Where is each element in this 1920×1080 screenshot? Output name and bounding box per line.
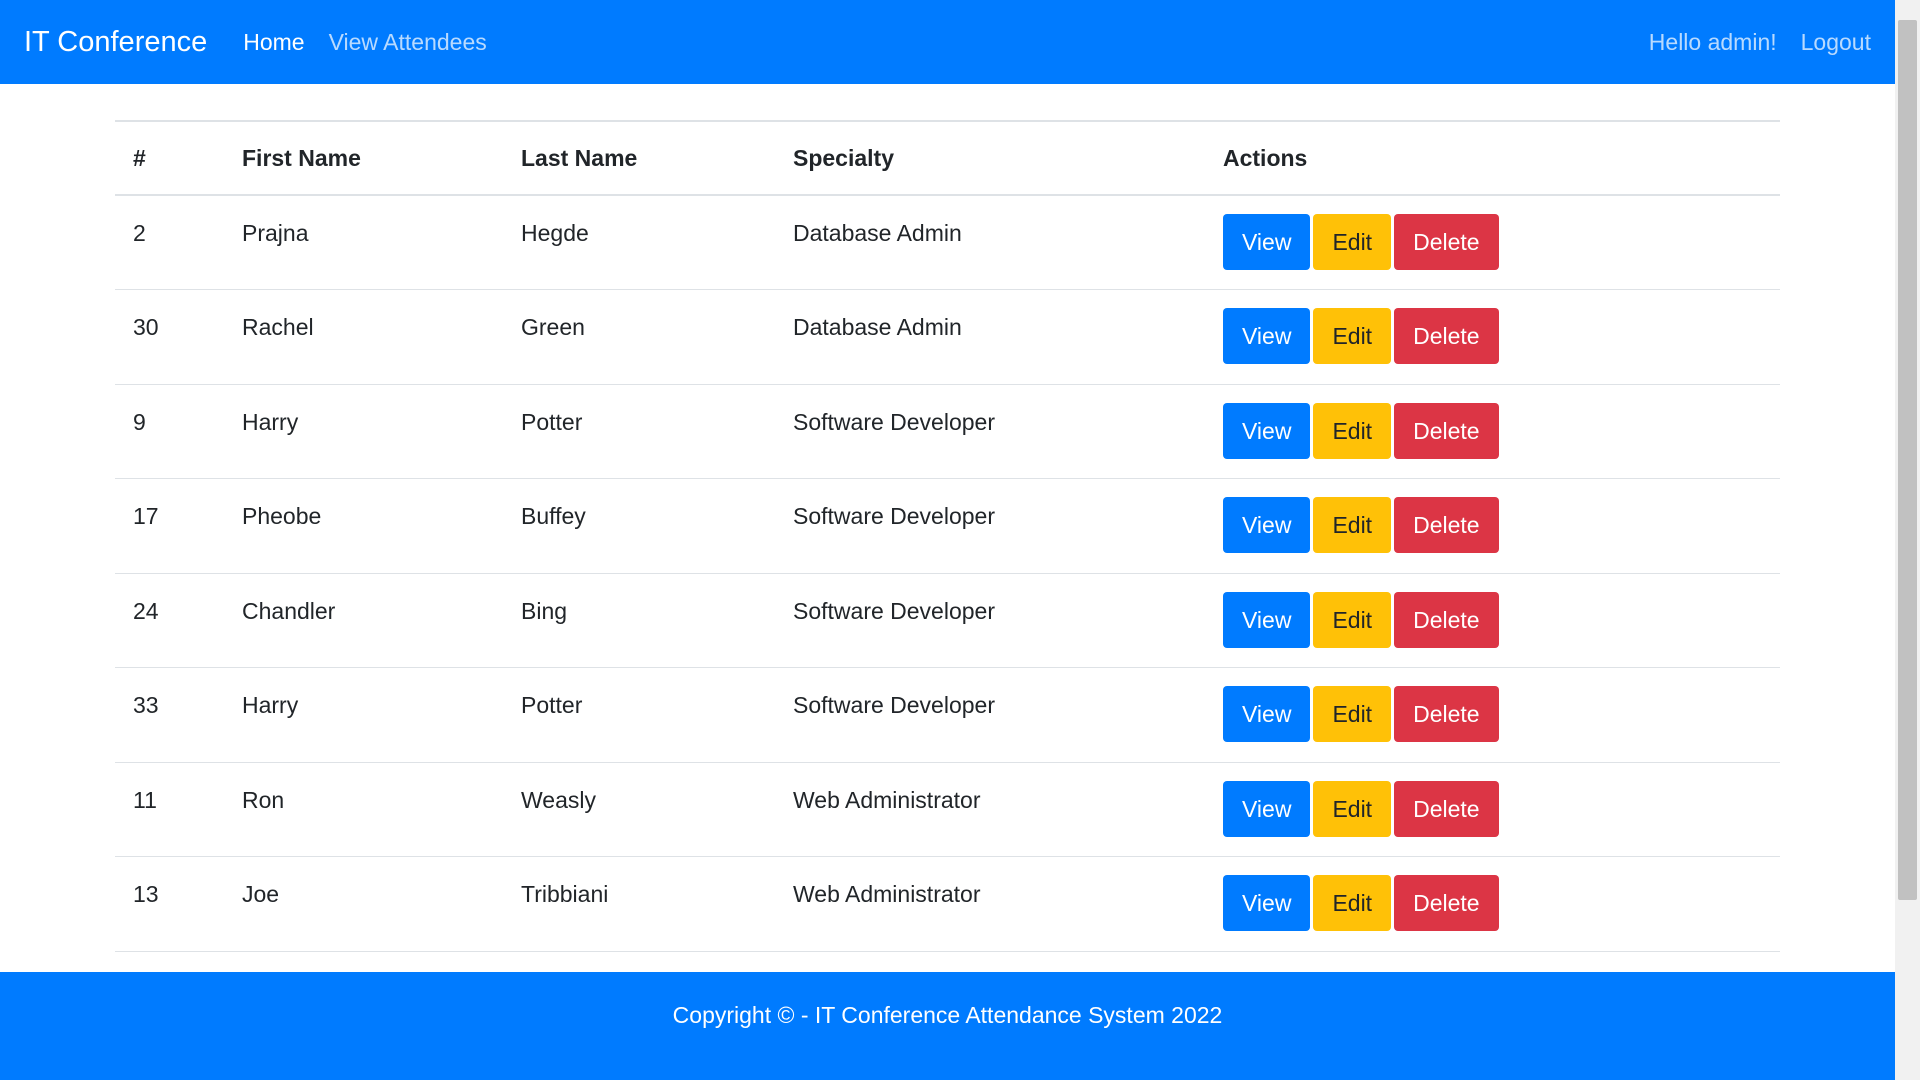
cell-id: 2 bbox=[115, 195, 224, 290]
nav-view-attendees-link[interactable]: View Attendees bbox=[329, 29, 487, 56]
cell-actions: View Edit Delete bbox=[1205, 573, 1780, 668]
page-scrollbar[interactable] bbox=[1895, 0, 1920, 1080]
delete-button[interactable]: Delete bbox=[1394, 780, 1499, 837]
cell-first-name: Joe bbox=[224, 856, 503, 952]
edit-button[interactable]: Edit bbox=[1313, 497, 1392, 553]
cell-id: 11 bbox=[115, 762, 224, 857]
view-button[interactable]: View bbox=[1223, 402, 1311, 459]
cell-actions: View Edit Delete bbox=[1205, 289, 1780, 385]
header-first-name: First Name bbox=[224, 120, 503, 196]
view-button[interactable]: View bbox=[1223, 875, 1311, 931]
delete-button[interactable]: Delete bbox=[1394, 875, 1499, 931]
logout-link[interactable]: Logout bbox=[1801, 29, 1871, 56]
nav-home-link[interactable]: Home bbox=[243, 29, 304, 56]
cell-last-name: Bing bbox=[503, 573, 775, 668]
edit-button[interactable]: Edit bbox=[1313, 686, 1392, 742]
attendees-table: # First Name Last Name Specialty Actions… bbox=[115, 120, 1780, 952]
table-row: 30 Rachel Green Database Admin View Edit Delet… bbox=[115, 289, 1780, 385]
cell-first-name: Chandler bbox=[224, 573, 503, 668]
cell-actions: View Edit Delete bbox=[1205, 478, 1780, 574]
cell-first-name: Harry bbox=[224, 667, 503, 763]
user-greeting[interactable]: Hello admin! bbox=[1649, 29, 1777, 56]
edit-button[interactable]: Edit bbox=[1313, 214, 1392, 270]
cell-actions: View Edit Delete bbox=[1205, 195, 1780, 290]
brand-link[interactable]: IT Conference bbox=[24, 26, 207, 59]
view-button[interactable]: View bbox=[1223, 686, 1311, 742]
cell-first-name: Rachel bbox=[224, 289, 503, 385]
table-header-row: # First Name Last Name Specialty Actions bbox=[115, 120, 1780, 196]
view-button[interactable]: View bbox=[1223, 308, 1311, 364]
delete-button[interactable]: Delete bbox=[1394, 402, 1499, 459]
table-row: 13 Joe Tribbiani Web Administrator View Edit D… bbox=[115, 856, 1780, 952]
footer: Copyright © - IT Conference Attendance S… bbox=[0, 972, 1895, 1080]
delete-button[interactable]: Delete bbox=[1394, 308, 1499, 364]
cell-actions: View Edit Delete bbox=[1205, 762, 1780, 857]
table-row: 11 Ron Weasly Web Administrator View Edit Dele… bbox=[115, 762, 1780, 857]
copyright-text: Copyright © - IT Conference Attendance S… bbox=[672, 1002, 1223, 1028]
attendees-table-container: # First Name Last Name Specialty Actions… bbox=[115, 120, 1780, 952]
scrollbar-thumb[interactable] bbox=[1898, 20, 1917, 900]
nav-user-area: Hello admin! Logout bbox=[1625, 29, 1871, 56]
cell-first-name: Prajna bbox=[224, 195, 503, 290]
delete-button[interactable]: Delete bbox=[1394, 591, 1499, 648]
cell-last-name: Green bbox=[503, 289, 775, 385]
cell-specialty: Database Admin bbox=[775, 289, 1205, 385]
delete-button[interactable]: Delete bbox=[1394, 686, 1499, 742]
table-row: 2 Prajna Hegde Database Admin View Edit Delete bbox=[115, 195, 1780, 290]
cell-last-name: Potter bbox=[503, 667, 775, 763]
header-id: # bbox=[115, 120, 224, 196]
cell-actions: View Edit Delete bbox=[1205, 384, 1780, 479]
table-row: 17 Pheobe Buffey Software Developer View Edit… bbox=[115, 478, 1780, 574]
cell-specialty: Web Administrator bbox=[775, 762, 1205, 857]
page: IT Conference Home View Attendees Hello … bbox=[0, 0, 1920, 1080]
cell-last-name: Weasly bbox=[503, 762, 775, 857]
cell-last-name: Buffey bbox=[503, 478, 775, 574]
header-actions: Actions bbox=[1205, 120, 1780, 196]
cell-actions: View Edit Delete bbox=[1205, 667, 1780, 763]
cell-specialty: Database Admin bbox=[775, 195, 1205, 290]
cell-id: 30 bbox=[115, 289, 224, 385]
navbar: IT Conference Home View Attendees Hello … bbox=[0, 0, 1895, 84]
cell-specialty: Software Developer bbox=[775, 573, 1205, 668]
header-specialty: Specialty bbox=[775, 120, 1205, 196]
view-button[interactable]: View bbox=[1223, 214, 1311, 270]
cell-id: 13 bbox=[115, 856, 224, 952]
cell-specialty: Software Developer bbox=[775, 667, 1205, 763]
table-row: 9 Harry Potter Software Developer View Edit De… bbox=[115, 384, 1780, 479]
table-header: # First Name Last Name Specialty Actions bbox=[115, 120, 1780, 196]
cell-last-name: Potter bbox=[503, 384, 775, 479]
cell-id: 17 bbox=[115, 478, 224, 574]
header-last-name: Last Name bbox=[503, 120, 775, 196]
cell-first-name: Pheobe bbox=[224, 478, 503, 574]
cell-specialty: Web Administrator bbox=[775, 856, 1205, 952]
table-body: 2 Prajna Hegde Database Admin View Edit Delete… bbox=[115, 195, 1780, 952]
cell-id: 33 bbox=[115, 667, 224, 763]
cell-actions: View Edit Delete bbox=[1205, 856, 1780, 952]
view-button[interactable]: View bbox=[1223, 780, 1311, 837]
edit-button[interactable]: Edit bbox=[1313, 402, 1392, 459]
table-row: 24 Chandler Bing Software Developer View Edit… bbox=[115, 573, 1780, 668]
cell-id: 9 bbox=[115, 384, 224, 479]
cell-specialty: Software Developer bbox=[775, 384, 1205, 479]
table-row: 33 Harry Potter Software Developer View Edit D… bbox=[115, 667, 1780, 763]
cell-specialty: Software Developer bbox=[775, 478, 1205, 574]
cell-id: 24 bbox=[115, 573, 224, 668]
delete-button[interactable]: Delete bbox=[1394, 214, 1499, 270]
cell-last-name: Tribbiani bbox=[503, 856, 775, 952]
edit-button[interactable]: Edit bbox=[1313, 875, 1392, 931]
cell-first-name: Harry bbox=[224, 384, 503, 479]
cell-last-name: Hegde bbox=[503, 195, 775, 290]
view-button[interactable]: View bbox=[1223, 591, 1311, 648]
view-button[interactable]: View bbox=[1223, 497, 1311, 553]
edit-button[interactable]: Edit bbox=[1313, 308, 1392, 364]
cell-first-name: Ron bbox=[224, 762, 503, 857]
delete-button[interactable]: Delete bbox=[1394, 497, 1499, 553]
edit-button[interactable]: Edit bbox=[1313, 780, 1392, 837]
edit-button[interactable]: Edit bbox=[1313, 591, 1392, 648]
